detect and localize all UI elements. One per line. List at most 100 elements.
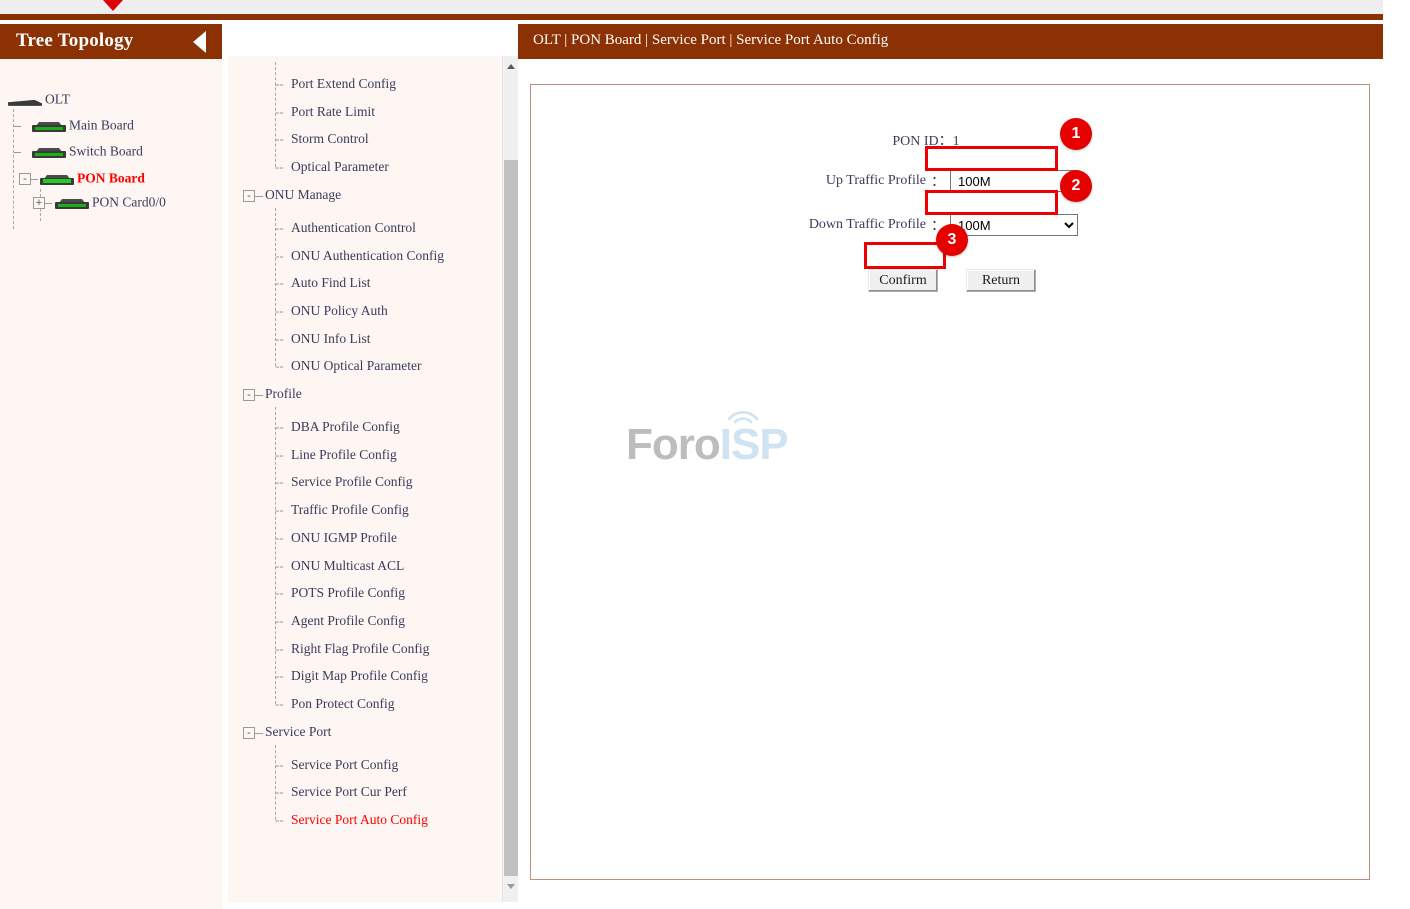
menu-item-onu-authentication-config[interactable]: -- ONU Authentication Config: [275, 248, 444, 268]
tree-connector-line: [13, 109, 14, 229]
tree-node-label: Main Board: [69, 117, 134, 133]
menu-item-dba-profile-config[interactable]: -- DBA Profile Config: [275, 419, 400, 439]
annotation-badge-3: 3: [936, 224, 968, 256]
menu-item-auto-find-list[interactable]: -- Auto Find List: [275, 275, 371, 295]
tree-node-main-board[interactable]: Main Board: [32, 116, 134, 136]
service-port-auto-config-form: PON ID：1 Up Traffic Profile ： 100M Down …: [531, 85, 1369, 879]
menu-branch-icon: --: [275, 668, 284, 684]
menu-item-port-rate-limit[interactable]: -- Port Rate Limit: [275, 104, 375, 124]
menu-item-agent-profile-config[interactable]: -- Agent Profile Config: [275, 613, 405, 633]
content-header: OLT | PON Board | Service Port | Service…: [518, 24, 1383, 59]
confirm-button[interactable]: Confirm: [868, 269, 938, 292]
menu-item-label: Service Port: [265, 723, 332, 739]
content-panel: OLT | PON Board | Service Port | Service…: [518, 24, 1410, 909]
triangle-down-icon[interactable]: [503, 878, 519, 894]
device-flat-icon: [8, 93, 42, 106]
menu-item-port-extend-config[interactable]: -- Port Extend Config: [275, 76, 396, 96]
menu-item-label: ONU Policy Auth: [291, 302, 388, 318]
down-traffic-profile-label: Down Traffic Profile: [808, 217, 926, 232]
menu-item-digit-map-profile-config[interactable]: -- Digit Map Profile Config: [275, 668, 428, 688]
menu-item-label: Right Flag Profile Config: [291, 640, 430, 656]
menu-branch-icon: --: [275, 275, 284, 291]
tree-node-label: PON Card0/0: [92, 194, 166, 210]
scrollbar-thumb[interactable]: [504, 160, 518, 876]
menu-item-label: Pon Protect Config: [291, 696, 395, 711]
pon-id-value: 1: [952, 134, 960, 149]
menu-item-pon-protect-config[interactable]: -- Pon Protect Config: [275, 696, 395, 716]
menu-item-label: ONU Manage: [265, 186, 342, 202]
menu-connector-line: [255, 395, 263, 396]
up-traffic-profile-label: Up Traffic Profile: [825, 173, 926, 188]
up-traffic-profile-select[interactable]: 100M: [950, 170, 1078, 192]
menu-branch-icon: --: [275, 557, 284, 573]
tree-node-label: OLT: [45, 91, 71, 107]
menu-item-onu-info-list[interactable]: -- ONU Info List: [275, 331, 371, 351]
menu-item-label: ONU Multicast ACL: [291, 557, 405, 573]
menu-item-label: ONU IGMP Profile: [291, 529, 397, 545]
tree-connector-line: [14, 152, 21, 153]
device-board-icon: [32, 145, 66, 158]
menu-branch-icon: --: [275, 640, 284, 656]
tree-connector-line: [31, 179, 38, 180]
navigation-menu-panel: -- Port Extend Config -- Port Rate Limit -- S…: [228, 56, 518, 902]
menu-group-profile[interactable]: Profile: [265, 386, 302, 406]
menu-group-service-port[interactable]: Service Port: [265, 724, 331, 744]
tree-node-label: PON Board: [77, 170, 145, 186]
menu-scrollbar[interactable]: [502, 56, 519, 902]
menu-item-label: Service Port Cur Perf: [291, 784, 407, 800]
tree-topology-title: Tree Topology: [16, 30, 134, 51]
watermark-text-primary: Foro: [626, 420, 721, 469]
menu-item-onu-igmp-profile[interactable]: -- ONU IGMP Profile: [275, 530, 397, 550]
menu-item-authentication-control[interactable]: -- Authentication Control: [275, 220, 416, 240]
menu-item-onu-policy-auth[interactable]: -- ONU Policy Auth: [275, 303, 388, 323]
menu-expander[interactable]: -: [243, 389, 255, 401]
menu-item-line-profile-config[interactable]: -- Line Profile Config: [275, 447, 397, 467]
triangle-left-icon[interactable]: [193, 31, 206, 53]
tree-node-pon-card[interactable]: PON Card0/0: [55, 193, 166, 213]
menu-item-service-port-auto-config[interactable]: -- Service Port Auto Config: [275, 812, 428, 832]
return-button[interactable]: Return: [966, 269, 1036, 292]
down-traffic-profile-select[interactable]: 100M: [950, 214, 1078, 236]
menu-branch-icon: --: [275, 247, 284, 263]
tree-topology-body: OLT Main Board Switch Board - PON Board …: [0, 59, 222, 909]
watermark-text-secondary: ISP: [719, 420, 789, 469]
menu-item-label: Profile: [265, 386, 302, 401]
tree-node-pon-board[interactable]: PON Board: [40, 169, 145, 189]
menu-branch-icon: --: [275, 219, 284, 235]
up-traffic-colon: ：: [931, 175, 945, 190]
tree-expander-pon-card[interactable]: +: [33, 197, 45, 209]
menu-branch-icon: --: [275, 784, 284, 800]
menu-item-right-flag-profile-config[interactable]: -- Right Flag Profile Config: [275, 641, 429, 661]
tree-node-switch-board[interactable]: Switch Board: [32, 142, 143, 162]
tree-topology-panel: Tree Topology OLT Main Board Switch Boar…: [0, 24, 222, 909]
menu-branch-icon: --: [275, 474, 284, 490]
menu-item-onu-multicast-acl[interactable]: -- ONU Multicast ACL: [275, 558, 404, 578]
form-container: PON ID：1 Up Traffic Profile ： 100M Down …: [530, 84, 1370, 880]
menu-item-onu-optical-parameter[interactable]: -- ONU Optical Parameter: [275, 358, 421, 378]
menu-item-service-port-config[interactable]: -- Service Port Config: [275, 757, 398, 777]
menu-item-service-port-cur-perf[interactable]: -- Service Port Cur Perf: [275, 784, 407, 804]
menu-item-optical-parameter[interactable]: -- Optical Parameter: [275, 159, 389, 179]
menu-item-label: DBA Profile Config: [291, 419, 400, 434]
menu-item-label: Service Port Auto Config: [291, 812, 428, 828]
annotation-badge-2: 2: [1060, 170, 1092, 202]
tree-expander-pon-board[interactable]: -: [19, 173, 31, 185]
foroisp-watermark: ForoISP: [626, 411, 789, 470]
red-triangle-down-icon: [103, 0, 123, 11]
menu-item-label: POTS Profile Config: [291, 585, 406, 601]
menu-group-onu-manage[interactable]: ONU Manage: [265, 187, 341, 207]
menu-expander[interactable]: -: [243, 189, 255, 202]
menu-connector-line: [255, 732, 263, 734]
menu-expander[interactable]: -: [243, 726, 255, 739]
triangle-up-icon[interactable]: [503, 58, 519, 74]
menu-branch-icon: --: [275, 419, 284, 434]
menu-item-traffic-profile-config[interactable]: -- Traffic Profile Config: [275, 502, 409, 522]
menu-item-label: Optical Parameter: [291, 159, 389, 175]
annotation-badge-1: 1: [1060, 118, 1092, 150]
menu-item-pots-profile-config[interactable]: -- POTS Profile Config: [275, 585, 405, 605]
menu-item-service-profile-config[interactable]: -- Service Profile Config: [275, 474, 412, 494]
menu-item-label: Service Port Config: [291, 756, 399, 772]
tree-node-olt[interactable]: OLT: [8, 90, 70, 110]
menu-branch-icon: --: [275, 358, 284, 374]
menu-item-storm-control[interactable]: -- Storm Control: [275, 131, 369, 151]
